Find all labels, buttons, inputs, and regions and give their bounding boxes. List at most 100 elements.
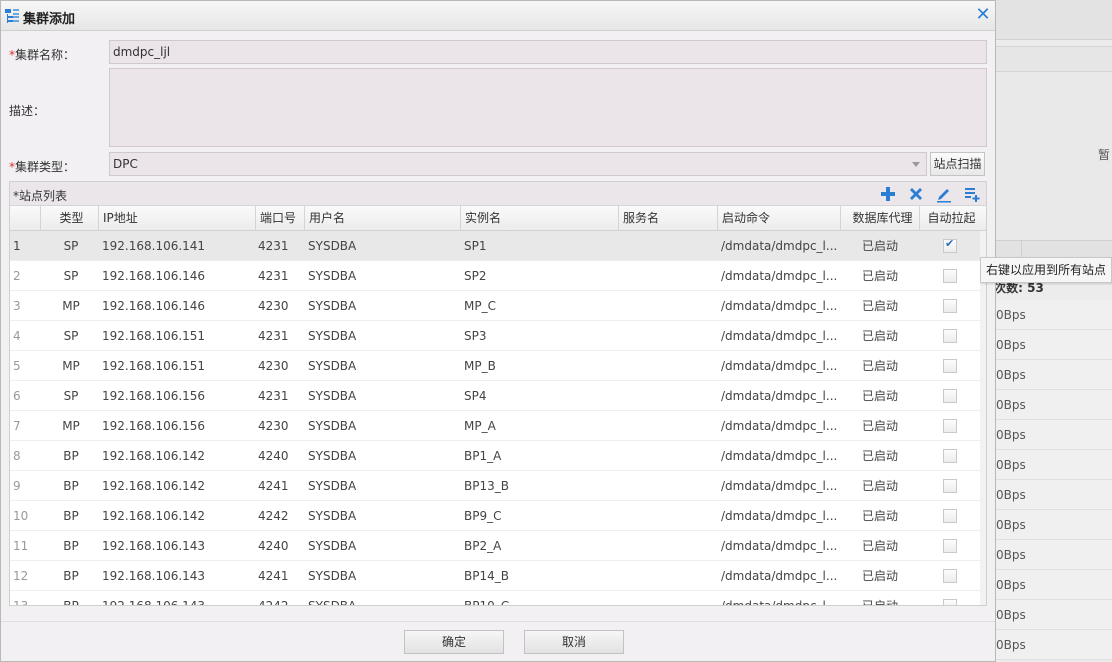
cancel-button[interactable]: 取消 [524,630,624,654]
cell-port: 4231 [258,329,289,343]
cluster-name-field[interactable]: dmdpc_ljl [109,40,987,64]
auto-start-checkbox[interactable] [943,299,957,313]
grid-scrollbar[interactable] [980,231,986,605]
table-row[interactable]: 2 SP 192.168.106.146 4231 SYSDBA SP2/dmdata/d… [10,261,980,291]
cell-user: SYSDBA [308,509,357,523]
auto-start-checkbox[interactable] [943,509,957,523]
edit-icon[interactable] [935,185,953,203]
background-rate-text: 0Bps [996,578,1026,592]
cell-type: SP [63,239,79,253]
cell-start-command: /dmdata/dmdpc_l... [721,509,838,523]
ok-button[interactable]: 确定 [404,630,504,654]
cell-user: SYSDBA [308,329,357,343]
table-row[interactable]: 12 BP 192.168.106.143 4241 SYSDBA BP14_B/dmda… [10,561,980,591]
cell-service [621,351,716,381]
row-number: 2 [13,269,21,283]
close-icon[interactable]: ✕ [974,6,992,24]
auto-start-checkbox[interactable] [943,479,957,493]
auto-start-checkbox[interactable] [943,449,957,463]
background-rate-text: 0Bps [996,518,1026,532]
auto-start-checkbox[interactable] [943,389,957,403]
auto-start-checkbox[interactable] [943,359,957,373]
cell-start-command: /dmdata/dmdpc_l... [721,269,838,283]
cell-port: 4231 [258,269,289,283]
cell-start-command: /dmdata/dmdpc_l... [721,359,838,373]
background-rate-text: 0Bps [996,458,1026,472]
description-field[interactable] [109,68,987,147]
site-grid-header: 类型 IP地址 端口号 用户名 实例名 服务名 启动命令 数据库代理 自动拉起 [10,206,986,231]
row-number: 8 [13,449,21,463]
cell-start-command: /dmdata/dmdpc_l... [721,539,838,553]
cell-ip: 192.168.106.143 [102,599,206,606]
column-start-command[interactable]: 启动命令 [717,206,841,231]
cell-user: SYSDBA [308,299,357,313]
cell-type: BP [63,479,79,493]
cell-instance: MP_A [464,419,496,433]
auto-start-checkbox[interactable] [943,269,957,283]
background-rate-row: 0Bps [996,330,1112,360]
site-scan-button[interactable]: 站点扫描 [930,152,985,176]
cell-port: 4242 [258,599,289,606]
cell-ip: 192.168.106.151 [102,329,206,343]
cell-type: SP [63,389,79,403]
table-row[interactable]: 1 SP 192.168.106.141 4231 SYSDBA SP1/dmdata/d… [10,231,980,261]
add-icon[interactable] [879,185,897,203]
cluster-type-select[interactable]: DPC [109,152,927,176]
background-band [996,46,1112,72]
table-row[interactable]: 9 BP 192.168.106.142 4241 SYSDBA BP13_B/dmdat… [10,471,980,501]
column-port[interactable]: 端口号 [255,206,307,231]
auto-start-checkbox[interactable] [943,329,957,343]
auto-start-tooltip: 右键以应用到所有站点 [980,257,1112,283]
delete-icon[interactable] [907,185,925,203]
cell-db-proxy: 已启动 [861,599,898,606]
column-instance[interactable]: 实例名 [460,206,620,231]
cell-ip: 192.168.106.146 [102,299,206,313]
table-row[interactable]: 13 BP 192.168.106.143 4242 SYSDBA BP10_C/dmda… [10,591,980,606]
table-row[interactable]: 4 SP 192.168.106.151 4231 SYSDBA SP3/dmdata/d… [10,321,980,351]
table-row[interactable]: 10 BP 192.168.106.142 4242 SYSDBA BP9_C/dmdat… [10,501,980,531]
table-row[interactable]: 8 BP 192.168.106.142 4240 SYSDBA BP1_A/dmdata… [10,441,980,471]
cell-service [621,291,716,321]
row-number: 1 [13,239,21,253]
column-ip[interactable]: IP地址 [98,206,256,231]
cell-user: SYSDBA [308,359,357,373]
table-row[interactable]: 6 SP 192.168.106.156 4231 SYSDBA SP4/dmdata/d… [10,381,980,411]
column-db-proxy[interactable]: 数据库代理 [840,206,920,231]
table-row[interactable]: 7 MP 192.168.106.156 4230 SYSDBA MP_A/dmdata/… [10,411,980,441]
row-number: 11 [13,539,29,553]
column-service[interactable]: 服务名 [618,206,718,231]
auto-start-checkbox[interactable] [943,419,957,433]
background-panel [996,72,1112,240]
column-type[interactable]: 类型 [40,206,102,231]
row-number: 13 [13,599,29,606]
background-rate-text: 0Bps [996,548,1026,562]
list-add-icon[interactable] [963,185,981,203]
column-user[interactable]: 用户名 [304,206,462,231]
auto-start-checkbox[interactable] [943,237,957,253]
auto-start-checkbox[interactable] [943,599,957,605]
cell-service [621,441,716,471]
cluster-name-label-text: 集群名称： [15,48,76,62]
cell-start-command: /dmdata/dmdpc_l... [721,599,838,606]
cell-user: SYSDBA [308,479,357,493]
cell-service [621,231,716,261]
cell-service [621,471,716,501]
cell-type: BP [63,539,79,553]
column-auto-start[interactable]: 自动拉起 [919,206,979,231]
cell-start-command: /dmdata/dmdpc_l... [721,299,838,313]
cell-port: 4230 [258,299,289,313]
cell-db-proxy: 已启动 [861,359,898,373]
auto-start-checkbox[interactable] [943,569,957,583]
cell-ip: 192.168.106.143 [102,539,206,553]
background-rate-row: 0Bps [996,420,1112,450]
table-row[interactable]: 3 MP 192.168.106.146 4230 SYSDBA MP_C/dmdata/… [10,291,980,321]
auto-start-checkbox[interactable] [943,539,957,553]
cell-db-proxy: 已启动 [861,479,898,493]
background-rate-text: 0Bps [996,638,1026,652]
table-row[interactable]: 11 BP 192.168.106.143 4240 SYSDBA BP2_A/dmdat… [10,531,980,561]
row-number: 4 [13,329,21,343]
site-grid-body: 1 SP 192.168.106.141 4231 SYSDBA SP1/dmdata/d… [10,231,986,606]
table-row[interactable]: 5 MP 192.168.106.151 4230 SYSDBA MP_B/dmdata/… [10,351,980,381]
cell-type: MP [62,359,80,373]
cell-port: 4242 [258,509,289,523]
